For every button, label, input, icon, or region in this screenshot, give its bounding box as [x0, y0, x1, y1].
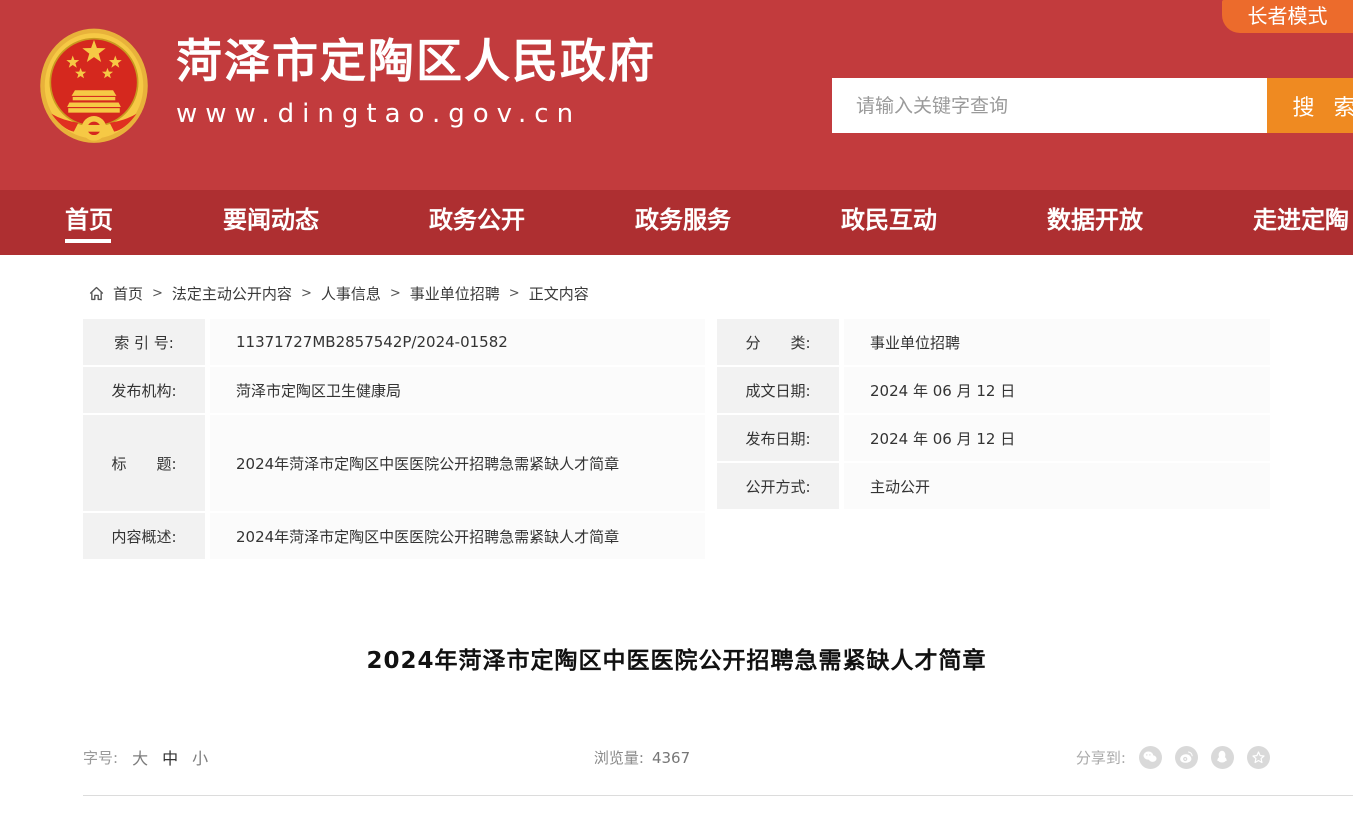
font-size-small-button[interactable]: 小 [192, 745, 208, 769]
elder-mode-button[interactable]: 长者模式 [1222, 0, 1353, 33]
breadcrumb-separator: > [509, 286, 520, 301]
font-size-large-button[interactable]: 大 [132, 745, 148, 769]
share-wechat-icon[interactable] [1139, 746, 1162, 769]
breadcrumb-home[interactable]: 首页 [113, 283, 143, 304]
category-label: 分 类: [717, 319, 839, 365]
nav-item-interaction[interactable]: 政民互动 [841, 190, 937, 255]
issuing-agency-label: 发布机构: [83, 367, 205, 413]
document-meta-table: 索 引 号: 11371727MB2857542P/2024-01582 发布机… [83, 319, 1270, 559]
site-url: www.dingtao.gov.cn [176, 99, 656, 129]
breadcrumb-institution-recruit[interactable]: 事业单位招聘 [410, 283, 500, 304]
meta-row-title: 标 题: 2024年菏泽市定陶区中医医院公开招聘急需紧缺人才简章 [83, 415, 705, 511]
breadcrumb-legal-disclosure[interactable]: 法定主动公开内容 [172, 283, 292, 304]
article-toolbar: 字号: 大 中 小 浏览量: 4367 分享到: [83, 745, 1270, 769]
breadcrumb: 首页 > 法定主动公开内容 > 人事信息 > 事业单位招聘 > 正文内容 [88, 283, 1353, 304]
meta-row-category: 分 类: 事业单位招聘 [717, 319, 1270, 365]
breadcrumb-current: 正文内容 [529, 283, 589, 304]
nav-item-data-open[interactable]: 数据开放 [1047, 190, 1143, 255]
share-qzone-icon[interactable] [1247, 746, 1270, 769]
meta-row-summary: 内容概述: 2024年菏泽市定陶区中医医院公开招聘急需紧缺人才简章 [83, 513, 705, 559]
publicity-type-value: 主动公开 [844, 463, 1270, 509]
share-controls: 分享到: [1076, 746, 1270, 769]
nav-item-news[interactable]: 要闻动态 [223, 190, 319, 255]
breadcrumb-separator: > [301, 286, 312, 301]
meta-row-written-date: 成文日期: 2024 年 06 月 12 日 [717, 367, 1270, 413]
doc-title-value: 2024年菏泽市定陶区中医医院公开招聘急需紧缺人才简章 [210, 415, 705, 511]
share-label: 分享到: [1076, 747, 1126, 768]
search-input[interactable] [832, 78, 1267, 133]
meta-row-index: 索 引 号: 11371727MB2857542P/2024-01582 [83, 319, 705, 365]
home-icon [88, 285, 105, 302]
publicity-type-label: 公开方式: [717, 463, 839, 509]
nav-item-gov-open[interactable]: 政务公开 [429, 190, 525, 255]
site-header: 菏泽市定陶区人民政府 www.dingtao.gov.cn 搜 索 长者模式 [0, 0, 1353, 190]
breadcrumb-bar: 首页 > 法定主动公开内容 > 人事信息 > 事业单位招聘 > 正文内容 [0, 255, 1353, 319]
publish-date-value: 2024 年 06 月 12 日 [844, 415, 1270, 461]
doc-title-label: 标 题: [83, 415, 205, 511]
issuing-agency-value: 菏泽市定陶区卫生健康局 [210, 367, 705, 413]
search-button[interactable]: 搜 索 [1267, 78, 1353, 133]
national-emblem-logo [38, 26, 150, 150]
meta-row-publish-date: 发布日期: 2024 年 06 月 12 日 [717, 415, 1270, 461]
search-bar: 搜 索 [832, 78, 1353, 133]
breadcrumb-personnel-info[interactable]: 人事信息 [321, 283, 381, 304]
share-qq-icon[interactable] [1211, 746, 1234, 769]
written-date-label: 成文日期: [717, 367, 839, 413]
view-count: 浏览量: 4367 [594, 747, 690, 768]
main-nav: 首页 要闻动态 政务公开 政务服务 政民互动 数据开放 走进定陶 [0, 190, 1353, 255]
index-number-label: 索 引 号: [83, 319, 205, 365]
nav-item-gov-service[interactable]: 政务服务 [635, 190, 731, 255]
site-title: 菏泽市定陶区人民政府 [176, 36, 656, 87]
meta-row-publicity-type: 公开方式: 主动公开 [717, 463, 1270, 509]
share-weibo-icon[interactable] [1175, 746, 1198, 769]
nav-item-home[interactable]: 首页 [65, 190, 113, 255]
breadcrumb-separator: > [390, 286, 401, 301]
font-size-label: 字号: [83, 747, 118, 768]
font-size-controls: 字号: 大 中 小 [83, 745, 208, 769]
written-date-value: 2024 年 06 月 12 日 [844, 367, 1270, 413]
breadcrumb-separator: > [152, 286, 163, 301]
content-summary-value: 2024年菏泽市定陶区中医医院公开招聘急需紧缺人才简章 [210, 513, 705, 559]
meta-row-agency: 发布机构: 菏泽市定陶区卫生健康局 [83, 367, 705, 413]
index-number-value: 11371727MB2857542P/2024-01582 [210, 319, 705, 365]
content-divider [83, 795, 1353, 796]
view-count-label: 浏览量: [594, 749, 644, 767]
content-summary-label: 内容概述: [83, 513, 205, 559]
site-identity: 菏泽市定陶区人民政府 www.dingtao.gov.cn [176, 36, 656, 129]
publish-date-label: 发布日期: [717, 415, 839, 461]
article-title: 2024年菏泽市定陶区中医医院公开招聘急需紧缺人才简章 [0, 641, 1353, 675]
category-value: 事业单位招聘 [844, 319, 1270, 365]
nav-item-about-dingtao[interactable]: 走进定陶 [1253, 190, 1349, 255]
font-size-medium-button[interactable]: 中 [162, 745, 178, 769]
view-count-value: 4367 [652, 749, 690, 767]
